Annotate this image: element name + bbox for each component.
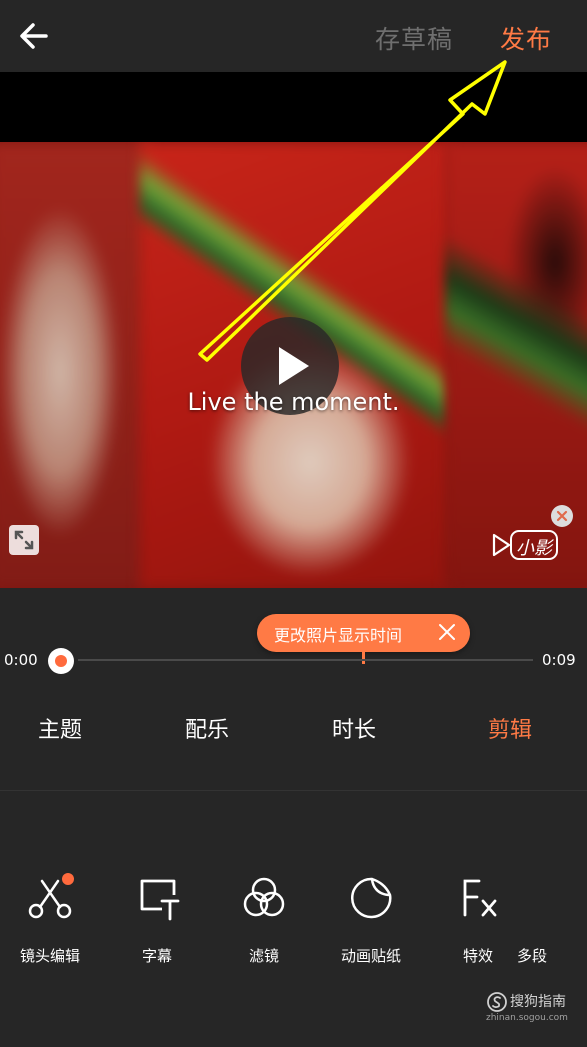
tool-label: 动画贴纸 — [340, 947, 401, 965]
tool-label: 特效 — [462, 947, 493, 965]
top-bar: 存草稿 发布 — [0, 0, 587, 72]
tool-label: 字幕 — [141, 947, 172, 965]
music-note-icon — [560, 873, 587, 923]
tab-duration[interactable]: 时长 — [332, 712, 376, 744]
tool-clip-edit[interactable]: 镜头编辑 — [0, 873, 100, 973]
timeline-track[interactable] — [78, 659, 533, 661]
sticker-icon — [351, 877, 392, 919]
watermark-text: 搜狗指南 — [510, 994, 566, 1010]
new-badge — [62, 873, 74, 885]
timeline-handle[interactable] — [48, 648, 74, 674]
current-time: 0:00 — [4, 651, 38, 669]
publish-button[interactable]: 发布 — [500, 20, 552, 56]
app-watermark-logo: 小影 — [489, 525, 561, 565]
total-time: 0:09 — [542, 651, 576, 669]
close-icon[interactable] — [437, 621, 457, 643]
subtitle-icon — [140, 879, 180, 921]
watermark-url: zhinan.sogou.com — [486, 1013, 568, 1023]
tab-edit[interactable]: 剪辑 — [488, 712, 532, 744]
sogou-logo-icon — [487, 992, 507, 1012]
expand-icon[interactable] — [8, 524, 40, 556]
tip-bubble[interactable]: 更改照片显示时间 — [257, 614, 470, 652]
tool-multi-segment[interactable]: 多段 — [517, 873, 587, 973]
sogou-watermark: 搜狗指南 zhinan.sogou.com — [484, 991, 584, 1031]
tool-label: 滤镜 — [248, 947, 279, 965]
video-preview[interactable]: Live the moment. 小影 — [0, 142, 587, 588]
tab-theme[interactable]: 主题 — [38, 712, 82, 744]
logo-close-button[interactable] — [551, 505, 573, 527]
tip-text: 更改照片显示时间 — [274, 626, 403, 645]
tool-label: 镜头编辑 — [19, 947, 80, 965]
logo-text: 小影 — [516, 538, 552, 559]
tab-music[interactable]: 配乐 — [185, 712, 229, 744]
tool-label: 多段 — [517, 947, 548, 965]
close-icon — [556, 510, 568, 522]
tool-sticker[interactable]: 动画贴纸 — [321, 873, 421, 973]
preview-top-band — [0, 72, 587, 142]
fx-icon — [463, 879, 497, 917]
tip-pointer — [362, 652, 365, 664]
preview-caption: Live the moment. — [187, 388, 400, 416]
arrow-left-icon[interactable] — [14, 16, 54, 56]
filter-icon — [243, 877, 285, 917]
tool-effects[interactable]: 特效 — [428, 873, 528, 973]
tool-subtitle[interactable]: 字幕 — [107, 873, 207, 973]
save-draft-button[interactable]: 存草稿 — [375, 20, 453, 56]
tool-filter[interactable]: 滤镜 — [214, 873, 314, 973]
